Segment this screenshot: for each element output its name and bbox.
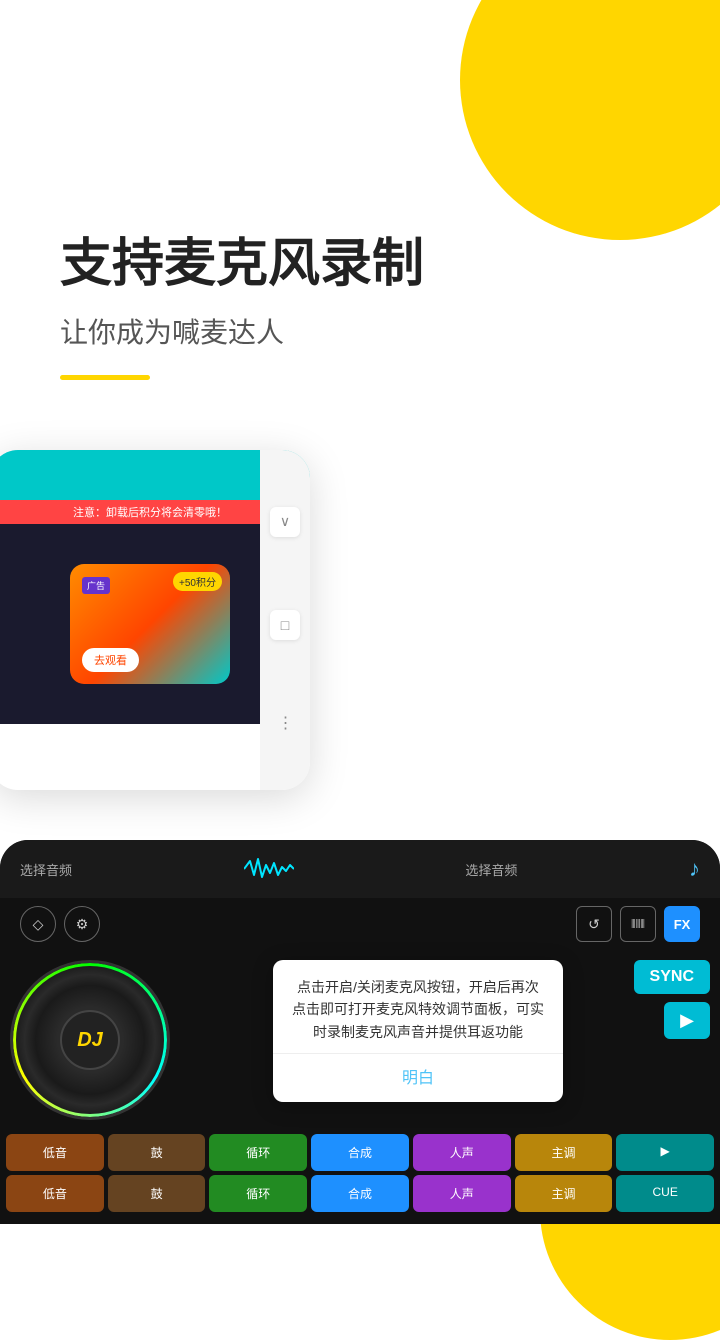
ad-badge: 广告 bbox=[82, 577, 110, 594]
music-note-icon: ♪ bbox=[689, 856, 700, 882]
dj-section: 选择音频 选择音频 ♪ ◇ ⚙ ↺ ⫼⫼⫼ FX DJ bbox=[0, 840, 720, 1224]
sub-title: 让你成为喊麦达人 bbox=[60, 311, 680, 351]
pad-button[interactable]: 人声 bbox=[413, 1134, 511, 1171]
main-title: 支持麦克风录制 bbox=[60, 233, 680, 295]
vinyl-label: DJ bbox=[77, 1029, 103, 1052]
phone-side-controls: ∨ □ ⋮ bbox=[260, 450, 310, 790]
tooltip-text: 点击开启/关闭麦克风按钮，开启后再次点击即可打开麦克风特效调节面板，可实时录制麦… bbox=[291, 976, 545, 1043]
sync-area: SYNC ▶ bbox=[634, 960, 710, 1039]
dj-main: DJ ●REC 🎤 SYNC ▶ 点击开启/关闭麦克风按钮，开启后再次点击即可打… bbox=[0, 950, 720, 1130]
loop-icon[interactable]: ↺ bbox=[576, 906, 612, 942]
tooltip-popup: 点击开启/关闭麦克风按钮，开启后再次点击即可打开麦克风特效调节面板，可实时录制麦… bbox=[273, 960, 563, 1102]
alert-text: 注意：卸载后积分将会清零哦！ bbox=[73, 507, 227, 519]
pad-button[interactable]: ▶ bbox=[616, 1134, 714, 1171]
ad-card: 广告 +50积分 去观看 bbox=[70, 564, 230, 684]
btn-row-1: 低音鼓循环合成人声主调▶ bbox=[6, 1134, 714, 1171]
pad-button[interactable]: 低音 bbox=[6, 1175, 104, 1212]
arrow-down-icon[interactable]: ∨ bbox=[270, 507, 300, 537]
eq-icon[interactable]: ⫼⫼⫼ bbox=[620, 906, 656, 942]
fx-icon[interactable]: FX bbox=[664, 906, 700, 942]
pad-button[interactable]: 低音 bbox=[6, 1134, 104, 1171]
phone-section-1: 注意：卸载后积分将会清零哦！ 广告 +50积分 去观看 ∨ □ ⋮ bbox=[0, 430, 720, 820]
play-button[interactable]: ▶ bbox=[664, 1002, 710, 1039]
pad-button[interactable]: 主调 bbox=[515, 1134, 613, 1171]
square-icon: □ bbox=[270, 610, 300, 640]
btn-rows: 低音鼓循环合成人声主调▶ 低音鼓循环合成人声主调CUE bbox=[0, 1130, 720, 1224]
phone-mockup-1: 注意：卸载后积分将会清零哦！ 广告 +50积分 去观看 ∨ □ ⋮ bbox=[0, 450, 310, 790]
watch-button[interactable]: 去观看 bbox=[82, 648, 139, 672]
vinyl-center: DJ bbox=[60, 1010, 120, 1070]
sync-button[interactable]: SYNC bbox=[634, 960, 710, 994]
btn-row-2: 低音鼓循环合成人声主调CUE bbox=[6, 1175, 714, 1212]
dj-controls-row: ◇ ⚙ ↺ ⫼⫼⫼ FX bbox=[0, 898, 720, 950]
pad-button[interactable]: 合成 bbox=[311, 1175, 409, 1212]
pad-button[interactable]: CUE bbox=[616, 1175, 714, 1212]
pad-button[interactable]: 主调 bbox=[515, 1175, 613, 1212]
pad-button[interactable]: 鼓 bbox=[108, 1134, 206, 1171]
vinyl-record: DJ bbox=[10, 960, 170, 1120]
pad-button[interactable]: 循环 bbox=[209, 1134, 307, 1171]
dots-icon: ⋮ bbox=[278, 713, 293, 733]
pad-button[interactable]: 合成 bbox=[311, 1134, 409, 1171]
dj-header: 选择音频 选择音频 ♪ bbox=[0, 840, 720, 898]
pad-button[interactable]: 鼓 bbox=[108, 1175, 206, 1212]
pad-button[interactable]: 人声 bbox=[413, 1175, 511, 1212]
select-audio-right[interactable]: 选择音频 bbox=[465, 860, 517, 879]
diamond-icon[interactable]: ◇ bbox=[20, 906, 56, 942]
yellow-divider bbox=[60, 375, 150, 380]
tooltip-divider bbox=[273, 1053, 563, 1054]
select-audio-left[interactable]: 选择音频 bbox=[20, 860, 72, 879]
ad-points: +50积分 bbox=[173, 572, 222, 591]
waveform-icon bbox=[244, 854, 294, 884]
pad-button[interactable]: 循环 bbox=[209, 1175, 307, 1212]
tooltip-ok-button[interactable]: 明白 bbox=[291, 1060, 545, 1092]
gear-icon[interactable]: ⚙ bbox=[64, 906, 100, 942]
top-section: 支持麦克风录制 让你成为喊麦达人 bbox=[0, 0, 720, 420]
